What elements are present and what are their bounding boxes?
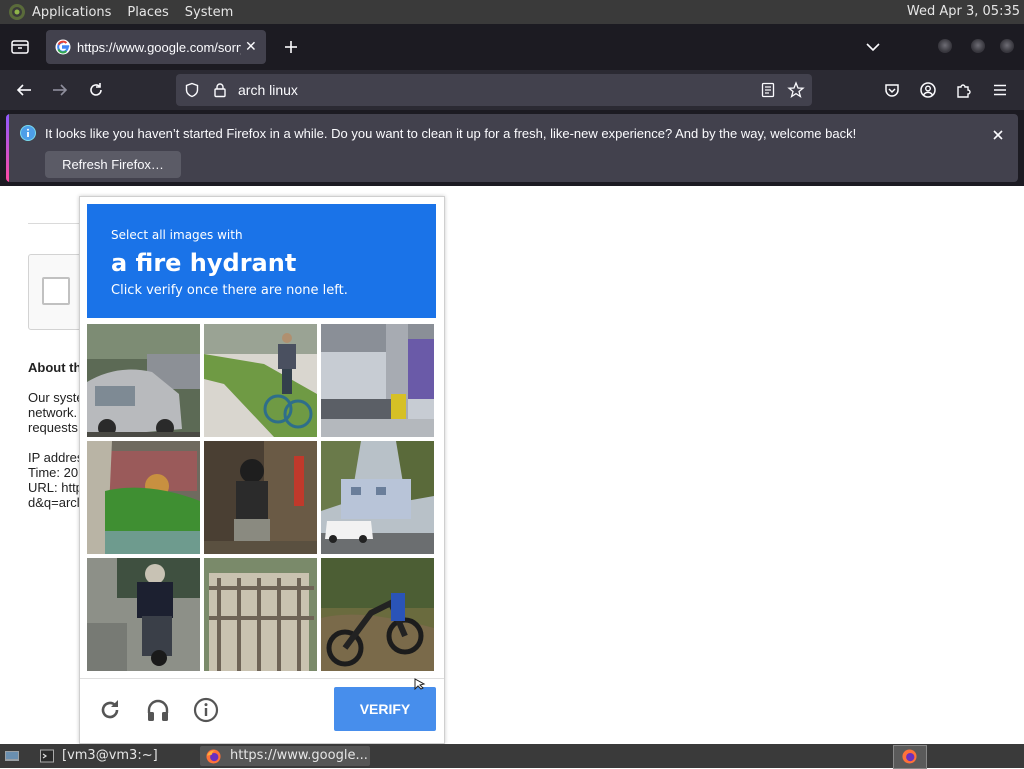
- google-favicon-icon: [55, 39, 71, 55]
- challenge-header: Select all images with a fire hydrant Cl…: [87, 204, 436, 318]
- taskbar-item-terminal[interactable]: [vm3@vm3:~]: [36, 746, 196, 766]
- forward-arrow-icon[interactable]: [51, 81, 69, 99]
- firefox-icon: [206, 749, 221, 764]
- image-tile-7[interactable]: [87, 558, 200, 671]
- taskbar-item-label: https://www.google...: [230, 748, 368, 763]
- close-icon[interactable]: [992, 129, 1004, 141]
- info-circle-icon[interactable]: [193, 697, 219, 723]
- back-arrow-icon[interactable]: [15, 81, 33, 99]
- active-tab[interactable]: https://www.google.com/sorry/index?conti…: [46, 30, 266, 64]
- reload-icon[interactable]: [87, 81, 105, 99]
- system-menu[interactable]: System: [185, 5, 233, 20]
- show-desktop-icon[interactable]: [4, 748, 20, 764]
- page-text-line: requests: [28, 420, 78, 435]
- firefox-view-icon[interactable]: [10, 38, 30, 56]
- reload-challenge-icon[interactable]: [97, 697, 123, 723]
- notification-accent: [6, 114, 9, 182]
- account-icon[interactable]: [919, 81, 937, 99]
- page-text-line: d&q=arcl: [28, 495, 80, 510]
- bookmark-star-icon[interactable]: [787, 81, 805, 99]
- workspace-switcher[interactable]: [893, 745, 927, 769]
- tab-title: https://www.google.com/sorry/index?conti…: [77, 39, 241, 55]
- image-tile-2[interactable]: [204, 324, 317, 437]
- taskbar-item-label: [vm3@vm3:~]: [62, 748, 158, 763]
- bottom-panel: [vm3@vm3:~] https://www.google...: [0, 744, 1024, 769]
- recaptcha-checkbox[interactable]: [42, 277, 70, 305]
- maximize-button[interactable]: [971, 39, 985, 53]
- image-tile-3[interactable]: [321, 324, 434, 437]
- close-window-button[interactable]: [1000, 39, 1014, 53]
- reader-view-icon[interactable]: [760, 82, 776, 98]
- instruction-small: Select all images with: [111, 228, 243, 242]
- footer-divider: [80, 678, 444, 679]
- image-tile-1[interactable]: [87, 324, 200, 437]
- refresh-notification: It looks like you haven’t started Firefo…: [6, 114, 1018, 182]
- terminal-icon: [40, 749, 54, 763]
- top-panel: Applications Places System Wed Apr 3, 05…: [0, 0, 1024, 24]
- notification-area: It looks like you haven’t started Firefo…: [0, 110, 1024, 186]
- instruction-sub: Click verify once there are none left.: [111, 283, 348, 298]
- lock-icon[interactable]: [212, 82, 228, 98]
- chevron-down-icon[interactable]: [864, 38, 882, 56]
- new-tab-icon[interactable]: [282, 38, 300, 56]
- info-icon: [20, 125, 36, 141]
- refresh-firefox-button[interactable]: Refresh Firefox…: [45, 151, 181, 178]
- url-bar[interactable]: arch linux: [176, 74, 812, 106]
- hamburger-menu-icon[interactable]: [991, 81, 1009, 99]
- minimize-button[interactable]: [938, 39, 952, 53]
- page-text-line: Our syste: [28, 390, 84, 405]
- shield-icon[interactable]: [184, 82, 200, 98]
- taskbar-item-firefox[interactable]: https://www.google...: [200, 746, 370, 766]
- about-heading: About th: [28, 360, 82, 375]
- firefox-icon: [902, 749, 917, 764]
- places-menu[interactable]: Places: [127, 5, 168, 20]
- image-tile-4[interactable]: [87, 441, 200, 554]
- mouse-pointer-icon: [414, 678, 426, 690]
- pocket-icon[interactable]: [883, 81, 901, 99]
- verify-button[interactable]: VERIFY: [334, 687, 436, 731]
- navigation-toolbar: arch linux: [0, 70, 1024, 110]
- image-tile-8[interactable]: [204, 558, 317, 671]
- image-tile-9[interactable]: [321, 558, 434, 671]
- image-tile-6[interactable]: [321, 441, 434, 554]
- page-text-line: Time: 20: [28, 465, 79, 480]
- page-text-line: URL: http: [28, 480, 83, 495]
- url-text: arch linux: [238, 82, 298, 98]
- tab-strip: https://www.google.com/sorry/index?conti…: [0, 24, 1024, 70]
- image-grid: [87, 324, 436, 672]
- clock[interactable]: Wed Apr 3, 05:35: [907, 4, 1020, 19]
- distro-logo-icon[interactable]: [8, 3, 26, 21]
- notification-message: It looks like you haven’t started Firefo…: [45, 126, 857, 141]
- tab-close-icon[interactable]: ✕: [245, 39, 257, 55]
- challenge-target: a fire hydrant: [111, 249, 297, 277]
- page-text-line: network.: [28, 405, 78, 420]
- headphones-icon[interactable]: [145, 697, 171, 723]
- extensions-icon[interactable]: [955, 81, 973, 99]
- page-text-line: IP addres: [28, 450, 84, 465]
- image-tile-5[interactable]: [204, 441, 317, 554]
- applications-menu[interactable]: Applications: [32, 5, 111, 20]
- recaptcha-challenge: Select all images with a fire hydrant Cl…: [79, 196, 445, 744]
